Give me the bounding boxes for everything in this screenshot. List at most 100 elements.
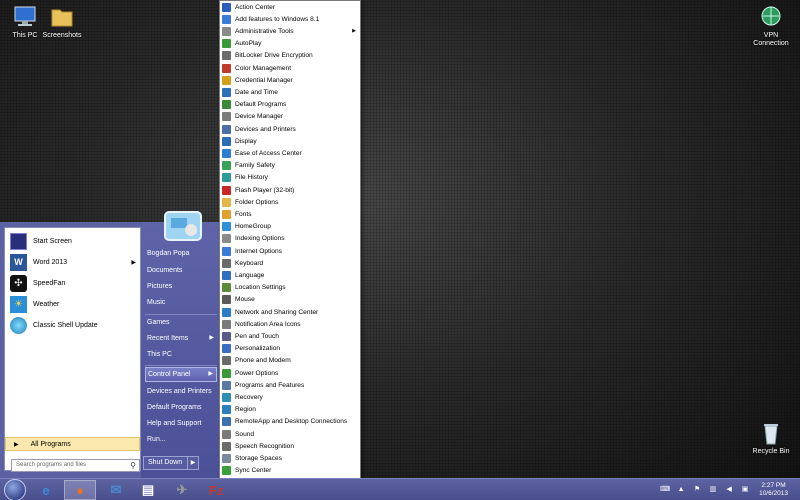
action-center-flag-icon[interactable]: ⚑ — [692, 486, 702, 494]
start-item-documents[interactable]: Documents — [145, 263, 217, 278]
start-item-music[interactable]: Music — [145, 295, 217, 310]
shut-down-options-button[interactable]: ▶ — [187, 456, 199, 470]
keyboard-icon[interactable]: ⌨ — [660, 486, 670, 494]
network-icon[interactable]: ▥ — [708, 486, 718, 494]
start-item-this-pc[interactable]: This PC — [145, 347, 217, 362]
control-panel-item[interactable]: Action Center — [222, 1, 359, 13]
word-icon: W — [10, 254, 27, 271]
system-tray: ⌨ ▲ ⚑ ▥ ◀ ▣ 2:27 PM 10/6/2013 — [657, 479, 800, 500]
control-panel-item[interactable]: Device Manager — [222, 111, 359, 123]
control-panel-item[interactable]: Ease of Access Center — [222, 147, 359, 159]
filezilla-taskbar-button[interactable]: Fz — [200, 480, 232, 500]
clock[interactable]: 2:27 PM 10/6/2013 — [759, 482, 788, 498]
program-speedfan[interactable]: ✣ SpeedFan — [5, 273, 140, 294]
control-panel-item[interactable]: Date and Time — [222, 86, 359, 98]
control-panel-item[interactable]: Default Programs — [222, 99, 359, 111]
control-panel-item[interactable]: Network and Sharing Center — [222, 306, 359, 318]
program-classic-shell-update[interactable]: Classic Shell Update — [5, 315, 140, 336]
control-panel-item[interactable]: AutoPlay — [222, 38, 359, 50]
all-programs-button[interactable]: ▶ All Programs — [5, 437, 140, 451]
control-panel-item[interactable]: HomeGroup — [222, 221, 359, 233]
control-panel-item[interactable]: Internet Options — [222, 245, 359, 257]
control-panel-item-label: Folder Options — [235, 198, 279, 206]
speedfan-icon: ✣ — [10, 275, 27, 292]
control-panel-item[interactable]: Fonts — [222, 208, 359, 220]
control-panel-item-label: Fonts — [235, 210, 252, 218]
control-panel-item[interactable]: Power Options — [222, 367, 359, 379]
chevron-right-icon: ▶ — [209, 335, 214, 341]
desktop-icon-screenshots[interactable]: Screenshots — [37, 4, 87, 40]
game-taskbar-button[interactable]: ✈ — [166, 480, 198, 500]
control-panel-item[interactable]: Speech Recognition — [222, 440, 359, 452]
start-item-user[interactable]: Bogdan Popa — [145, 246, 217, 261]
control-panel-item[interactable]: Family Safety — [222, 160, 359, 172]
user-picture-icon — [163, 210, 203, 242]
control-panel-item-label: Language — [235, 271, 265, 279]
volume-icon[interactable]: ◀ — [724, 486, 734, 494]
start-item-pictures[interactable]: Pictures — [145, 279, 217, 294]
start-button[interactable] — [4, 479, 26, 500]
control-panel-item[interactable]: Mouse — [222, 294, 359, 306]
control-panel-item[interactable]: Notification Area Icons — [222, 318, 359, 330]
control-panel-item[interactable]: Devices and Printers — [222, 123, 359, 135]
control-panel-item-label: Color Management — [235, 64, 292, 72]
desktop-icon-vpn[interactable]: VPN Connection — [746, 4, 796, 48]
control-panel-item[interactable]: Personalization — [222, 343, 359, 355]
search-input[interactable]: Search programs and files ⚲ — [11, 459, 140, 472]
start-item-default-programs[interactable]: Default Programs — [145, 400, 217, 415]
control-panel-item[interactable]: Recovery — [222, 391, 359, 403]
weather-icon: ☀ — [10, 296, 27, 313]
control-panel-item[interactable]: File History — [222, 172, 359, 184]
control-panel-item[interactable]: Location Settings — [222, 282, 359, 294]
program-weather[interactable]: ☀ Weather — [5, 294, 140, 315]
control-panel-item[interactable]: Folder Options — [222, 196, 359, 208]
taskbar: e ● ✉ ▤ ✈ Fz ⌨ ▲ ⚑ ▥ ◀ ▣ 2:27 PM 10/6/2013 — [0, 478, 800, 500]
chevron-up-icon[interactable]: ▲ — [676, 486, 686, 494]
control-panel-item[interactable]: Indexing Options — [222, 233, 359, 245]
control-panel-item-icon — [222, 246, 231, 256]
start-screen-icon — [10, 233, 27, 250]
control-panel-item-icon — [222, 344, 231, 354]
control-panel-item[interactable]: RemoteApp and Desktop Connections — [222, 416, 359, 428]
language-icon[interactable]: ▣ — [740, 486, 750, 494]
clock-time: 2:27 PM — [761, 482, 786, 489]
desktop-icon-recycle-bin[interactable]: Recycle Bin — [746, 420, 796, 456]
filezilla-icon: Fz — [208, 482, 224, 498]
control-panel-item[interactable]: Administrative Tools ▶ — [222, 25, 359, 37]
thunderbird-icon: ✉ — [110, 482, 122, 497]
control-panel-item-label: Notification Area Icons — [235, 320, 301, 328]
control-panel-item[interactable]: Language — [222, 269, 359, 281]
start-item-recent-items[interactable]: Recent Items ▶ — [145, 331, 217, 346]
program-word-2013[interactable]: W Word 2013 ▶ — [5, 252, 140, 273]
control-panel-item[interactable]: Flash Player (32-bit) — [222, 184, 359, 196]
control-panel-item[interactable]: Phone and Modem — [222, 355, 359, 367]
internet-explorer-icon: e — [42, 482, 50, 498]
thunderbird-taskbar-button[interactable]: ✉ — [100, 480, 132, 500]
control-panel-item[interactable]: Programs and Features — [222, 379, 359, 391]
control-panel-item-label: Recovery — [235, 393, 263, 401]
control-panel-item[interactable]: BitLocker Drive Encryption — [222, 50, 359, 62]
control-panel-item[interactable]: Pen and Touch — [222, 330, 359, 342]
document-taskbar-button[interactable]: ▤ — [132, 480, 164, 500]
start-item-control-panel[interactable]: Control Panel ▶ — [145, 367, 217, 382]
control-panel-item-icon — [222, 14, 231, 24]
control-panel-item[interactable]: Sound — [222, 428, 359, 440]
control-panel-item[interactable]: Credential Manager — [222, 74, 359, 86]
control-panel-item-icon — [222, 466, 231, 476]
control-panel-item[interactable]: Region — [222, 404, 359, 416]
control-panel-item[interactable]: Storage Spaces — [222, 452, 359, 464]
control-panel-item-label: Ease of Access Center — [235, 149, 302, 157]
control-panel-item[interactable]: Sync Center — [222, 465, 359, 477]
control-panel-item[interactable]: Display — [222, 135, 359, 147]
control-panel-item-label: Mouse — [235, 296, 255, 304]
start-item-help-and-support[interactable]: Help and Support — [145, 416, 217, 431]
internet-explorer-taskbar-button[interactable]: e — [30, 480, 62, 500]
start-item-devices-and-printers[interactable]: Devices and Printers — [145, 384, 217, 399]
control-panel-item[interactable]: Color Management — [222, 62, 359, 74]
program-start-screen[interactable]: Start Screen — [5, 231, 140, 252]
firefox-taskbar-button[interactable]: ● — [64, 480, 96, 500]
control-panel-item[interactable]: Keyboard — [222, 257, 359, 269]
start-item-run[interactable]: Run... — [145, 432, 217, 447]
control-panel-item[interactable]: Add features to Windows 8.1 — [222, 13, 359, 25]
start-item-games[interactable]: Games — [145, 315, 217, 330]
